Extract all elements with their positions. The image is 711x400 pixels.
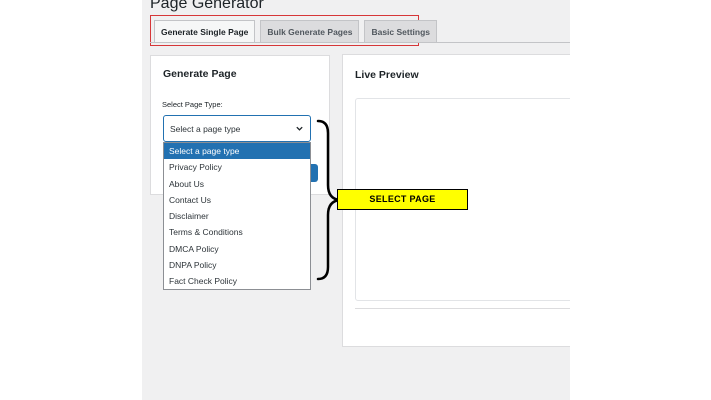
- option-disclaimer[interactable]: Disclaimer: [164, 208, 310, 224]
- option-fact-check-policy[interactable]: Fact Check Policy: [164, 273, 310, 289]
- page-type-select-value: Select a page type: [170, 124, 241, 134]
- page-title: Page Generator: [150, 0, 264, 12]
- tab-bar: Generate Single Page Bulk Generate Pages…: [154, 20, 438, 43]
- live-preview-title: Live Preview: [355, 69, 419, 81]
- page-type-select[interactable]: Select a page type: [163, 115, 311, 142]
- chevron-down-icon: [296, 126, 303, 131]
- preview-divider: [355, 308, 570, 309]
- option-select-a-page-type[interactable]: Select a page type: [164, 143, 310, 160]
- tab-bulk-generate-pages[interactable]: Bulk Generate Pages: [260, 20, 360, 43]
- tabs-divider: [150, 42, 570, 43]
- page-type-label: Select Page Type:: [162, 100, 223, 109]
- option-about-us[interactable]: About Us: [164, 176, 310, 192]
- tab-basic-settings[interactable]: Basic Settings: [364, 20, 438, 43]
- option-privacy-policy[interactable]: Privacy Policy: [164, 159, 310, 175]
- generate-page-title: Generate Page: [163, 68, 237, 80]
- option-dmca-policy[interactable]: DMCA Policy: [164, 241, 310, 257]
- option-contact-us[interactable]: Contact Us: [164, 192, 310, 208]
- option-dnpa-policy[interactable]: DNPA Policy: [164, 257, 310, 273]
- option-terms-conditions[interactable]: Terms & Conditions: [164, 224, 310, 240]
- tab-generate-single-page[interactable]: Generate Single Page: [154, 20, 256, 43]
- select-page-callout: SELECT PAGE: [337, 189, 468, 210]
- page-type-dropdown: Select a page type Privacy Policy About …: [163, 142, 311, 290]
